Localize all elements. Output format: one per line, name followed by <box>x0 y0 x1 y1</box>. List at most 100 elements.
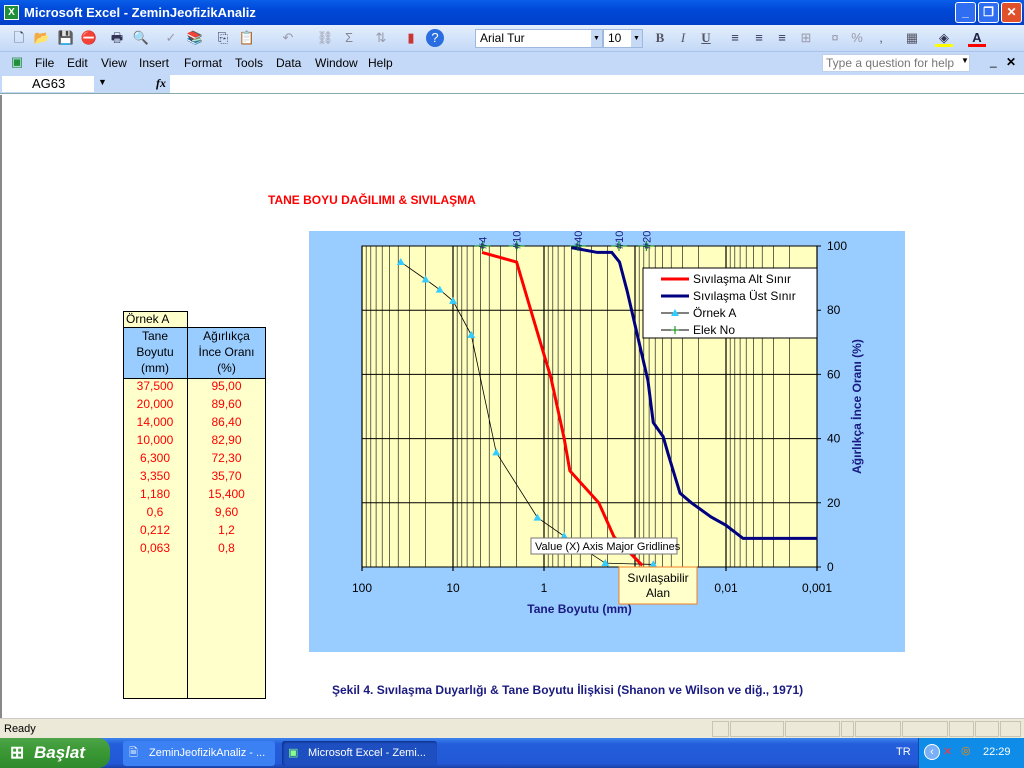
header-fines-line: Ağırlıkça <box>203 329 250 343</box>
group-label: Örnek A <box>126 312 170 326</box>
permission-icon[interactable]: ⛔ <box>80 29 98 47</box>
chart-wizard-icon[interactable]: ▮ <box>402 29 420 47</box>
menu-data[interactable]: Data <box>276 56 301 70</box>
underline-button[interactable]: U <box>697 29 715 47</box>
start-label: Başlat <box>34 743 86 762</box>
namebox-dropdown-icon[interactable]: ▼ <box>98 77 107 87</box>
name-box[interactable]: AG63 <box>2 76 94 92</box>
toolbar: 🗋 📂 💾 ⛔ 🖶 🔍 ✓ 📚 ⎘ 📋 ↶ ⛓ Σ ⇅ ▮ ? Arial Tu… <box>0 25 1024 52</box>
currency-icon[interactable]: ¤ <box>826 29 844 47</box>
save-icon[interactable]: 💾 <box>57 29 75 47</box>
align-left-icon[interactable]: ≡ <box>726 29 744 47</box>
percent-button[interactable]: % <box>848 29 866 47</box>
table-group-header: Örnek A <box>123 311 188 328</box>
taskbar: ⊞ Başlat 🗎 ZeminJeofizikAnaliz - ... ▣ Micr… <box>0 738 1024 768</box>
fill-color-icon[interactable]: ◈ <box>935 29 953 47</box>
menu-format[interactable]: Format <box>184 56 222 70</box>
excel-icon: X <box>4 5 19 20</box>
taskbar-item-word[interactable]: 🗎 ZeminJeofizikAnaliz - ... <box>123 741 275 766</box>
header-size-line: (mm) <box>141 361 169 375</box>
header-size-line: Boyutu <box>136 345 174 359</box>
tooltip-text: Value (X) Axis Major Gridlines <box>535 541 681 553</box>
align-center-icon[interactable]: ≡ <box>750 29 768 47</box>
sort-icon[interactable]: ⇅ <box>372 29 390 47</box>
new-icon[interactable]: 🗋 <box>10 29 28 47</box>
paste-icon[interactable]: 📋 <box>238 29 256 47</box>
status-text: Ready <box>4 723 36 735</box>
window-title: Microsoft Excel - ZeminJeofizikAnaliz <box>24 5 256 20</box>
excel-doc-icon: ▣ <box>10 54 24 69</box>
cell-size: 0,063 <box>139 541 171 555</box>
autosum-icon[interactable]: Σ <box>340 29 358 47</box>
x-tick-label: 100 <box>352 581 372 595</box>
help-search-input[interactable]: Type a question for help <box>822 54 970 72</box>
legend: Sıvılaşma Alt Sınır Sıvılaşma Üst Sınır Ör… <box>642 267 818 339</box>
font-name-select[interactable]: Arial Tur ▼ <box>475 29 603 48</box>
chevron-down-icon[interactable]: ▼ <box>961 56 969 65</box>
x-tick-label: 1 <box>541 581 548 595</box>
doc-minimize-button[interactable]: _ <box>990 54 997 68</box>
menu-insert[interactable]: Insert <box>139 56 169 70</box>
x-tick-label: 10 <box>446 581 460 595</box>
menu-help[interactable]: Help <box>368 56 393 70</box>
menu-file[interactable]: File <box>35 56 54 70</box>
menu-tools[interactable]: Tools <box>235 56 263 70</box>
zone-label-line2: Alan <box>646 586 670 600</box>
spelling-icon[interactable]: ✓ <box>162 29 180 47</box>
cell-size: 0,6 <box>146 505 164 519</box>
sieve-label: #10 <box>512 231 524 249</box>
open-icon[interactable]: 📂 <box>33 29 51 47</box>
zone-label-line1: Sıvılaşabilir <box>627 571 688 585</box>
undo-icon[interactable]: ↶ <box>279 29 297 47</box>
help-icon[interactable]: ? <box>426 29 444 47</box>
menu-edit[interactable]: Edit <box>67 56 88 70</box>
doc-close-button[interactable]: ✕ <box>1006 55 1016 69</box>
cell-size: 10,000 <box>136 433 174 447</box>
header-fines-line: (%) <box>217 361 236 375</box>
sieve-label: #4 <box>477 237 489 249</box>
chevron-down-icon: ▼ <box>631 30 642 47</box>
italic-button[interactable]: I <box>674 29 692 47</box>
sieve-label: #40 <box>573 231 585 249</box>
clock[interactable]: 22:29 <box>983 746 1011 758</box>
cell-fines: 89,60 <box>211 397 242 411</box>
cell-size: 6,300 <box>139 451 171 465</box>
sieve-label: #100 <box>614 231 626 249</box>
bold-button[interactable]: B <box>651 29 669 47</box>
font-size-select[interactable]: 10 ▼ <box>603 29 643 48</box>
antivirus-icon[interactable]: ◎ <box>961 744 971 757</box>
cell-fines: 82,90 <box>211 433 242 447</box>
close-button[interactable]: ✕ <box>1001 2 1022 23</box>
font-color-icon[interactable]: A <box>968 29 986 47</box>
windows-logo-icon: ⊞ <box>10 743 25 762</box>
borders-icon[interactable]: ▦ <box>903 29 921 47</box>
legend-label: Sıvılaşma Alt Sınır <box>693 272 791 286</box>
print-preview-icon[interactable]: 🔍 <box>132 29 150 47</box>
align-right-icon[interactable]: ≡ <box>773 29 791 47</box>
cell-size: 0,212 <box>139 523 171 537</box>
start-button[interactable]: ⊞ Başlat <box>0 738 110 768</box>
print-icon[interactable]: 🖶 <box>108 29 126 47</box>
header-size-line: Tane <box>141 329 169 343</box>
network-icon[interactable]: ✕ <box>943 745 952 758</box>
title-bar: X Microsoft Excel - ZeminJeofizikAnaliz … <box>0 0 1024 25</box>
merge-center-icon[interactable]: ⊞ <box>797 29 815 47</box>
menu-view[interactable]: View <box>101 56 127 70</box>
copy-icon[interactable]: ⎘ <box>214 29 232 47</box>
taskbar-item-excel[interactable]: ▣ Microsoft Excel - Zemi... <box>282 741 437 766</box>
chart-area[interactable]: 1001010,10,010,001020406080100Ağırlıkça … <box>309 225 905 652</box>
comma-button[interactable]: , <box>872 29 890 47</box>
excel-icon: ▣ <box>288 747 299 759</box>
language-indicator[interactable]: TR <box>896 746 911 758</box>
function-icon[interactable]: fx <box>156 76 166 91</box>
restore-button[interactable]: ❐ <box>978 2 999 23</box>
grain-size-chart[interactable]: 1001010,10,010,001020406080100Ağırlıkça … <box>309 225 905 652</box>
figure-caption: Şekil 4. Sıvılaşma Duyarlığı & Tane Boyu… <box>332 683 804 697</box>
minimize-button[interactable]: _ <box>955 2 976 23</box>
hyperlink-icon[interactable]: ⛓ <box>316 29 334 47</box>
show-hidden-icons-button[interactable]: ‹ <box>924 744 940 760</box>
menu-window[interactable]: Window <box>315 56 358 70</box>
research-icon[interactable]: 📚 <box>186 29 204 47</box>
y-axis-title: Ağırlıkça İnce Oranı (%) <box>849 339 864 474</box>
formula-input[interactable] <box>170 75 1024 93</box>
